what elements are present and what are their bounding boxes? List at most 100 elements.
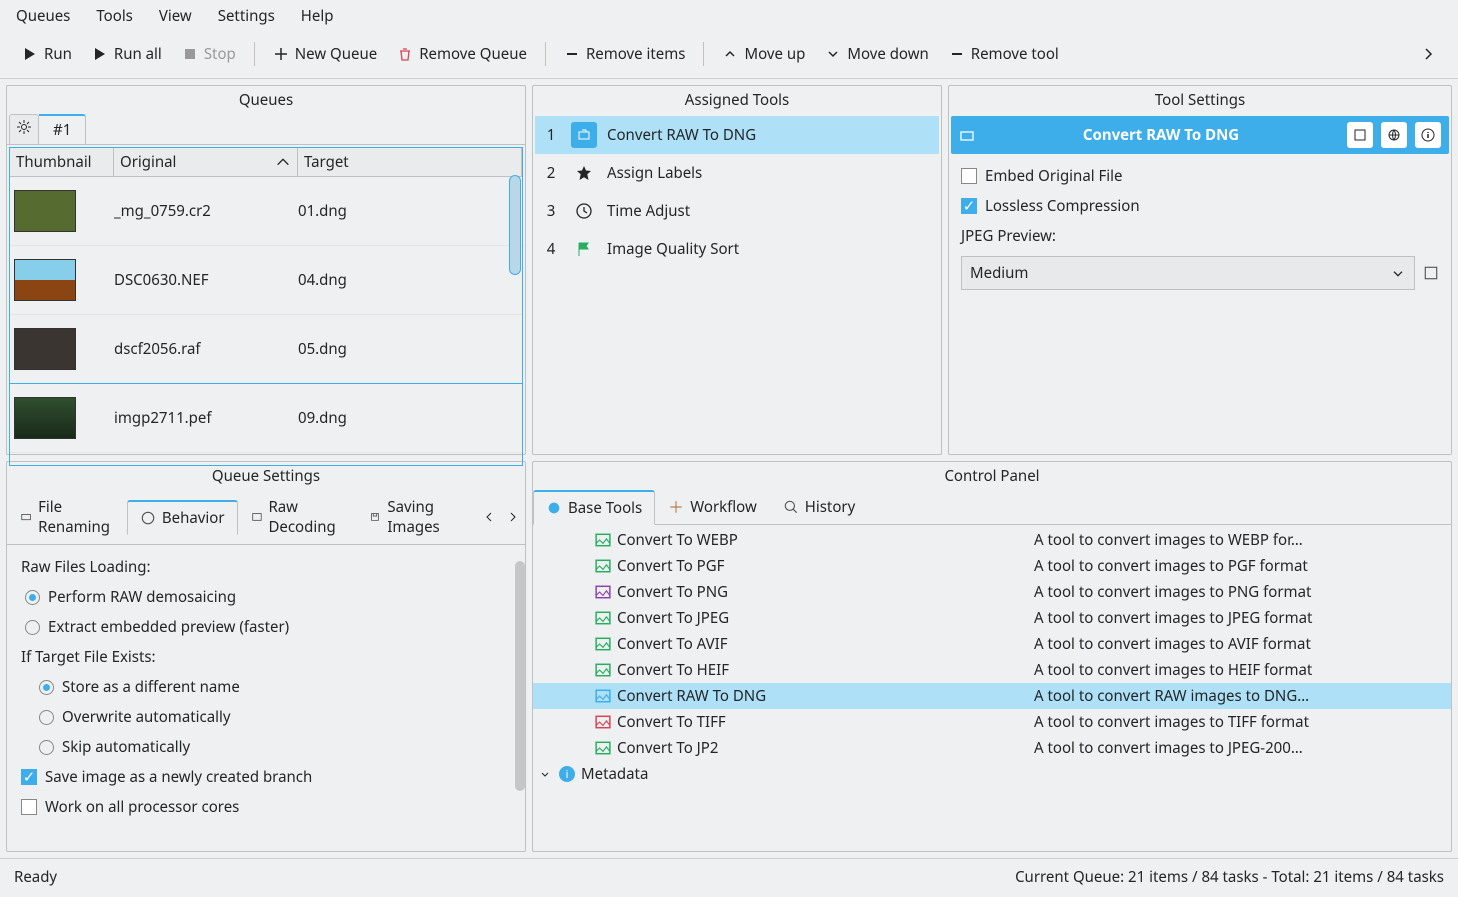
queue-settings-title: Queue Settings [7, 462, 525, 490]
menu-help[interactable]: Help [301, 6, 334, 26]
menu-bar: Queues Tools View Settings Help [0, 0, 1458, 32]
radio-skip[interactable]: Skip automatically [39, 737, 511, 757]
reset-button[interactable] [1347, 122, 1373, 148]
load-button[interactable] [1381, 122, 1407, 148]
category-icon: i [559, 766, 575, 782]
tab-file-renaming[interactable]: File Renaming [7, 490, 127, 544]
run-button[interactable]: Run [14, 40, 80, 68]
convert-icon [959, 127, 975, 143]
col-thumbnail[interactable]: Thumbnail [10, 148, 114, 176]
tab-workflow[interactable]: Workflow [655, 490, 770, 524]
tool-settings-header: Convert RAW To DNG [951, 116, 1449, 154]
tool-row[interactable]: Convert To HEIF A tool to convert images… [533, 657, 1451, 683]
thumbnail [14, 397, 76, 439]
assigned-tool-row[interactable]: 4 Image Quality Sort [535, 230, 939, 268]
queues-panel: Queues #1 Thumbnail Original Target [6, 85, 526, 455]
play-icon [22, 46, 38, 62]
overflow-button[interactable] [1412, 42, 1444, 66]
radio-icon [25, 620, 40, 635]
toolbar: Run Run all Stop New Queue Remove Queue … [0, 32, 1458, 79]
control-panel-title: Control Panel [533, 462, 1451, 490]
queue-row[interactable]: DSC0630.NEF 04.dng [10, 246, 522, 315]
move-up-button[interactable]: Move up [714, 40, 813, 68]
separator [254, 42, 255, 66]
assigned-tool-row[interactable]: 2 Assign Labels [535, 154, 939, 192]
chevron-right-icon [1420, 46, 1436, 62]
tab-behavior[interactable]: Behavior [127, 500, 238, 535]
tool-row[interactable]: Convert To PGF A tool to convert images … [533, 553, 1451, 579]
lossless-checkbox[interactable]: ✓ Lossless Compression [961, 196, 1439, 216]
radio-extract[interactable]: Extract embedded preview (faster) [25, 617, 511, 637]
tool-row[interactable]: Convert To PNG A tool to convert images … [533, 579, 1451, 605]
radio-store-as[interactable]: Store as a different name [39, 677, 511, 697]
embed-original-checkbox[interactable]: Embed Original File [961, 166, 1439, 186]
col-original[interactable]: Original [114, 148, 298, 176]
tool-row[interactable]: Convert To AVIF A tool to convert images… [533, 631, 1451, 657]
assigned-tools-panel: Assigned Tools 1 Convert RAW To DNG 2 As… [532, 85, 942, 455]
tab-scroll-left[interactable] [477, 507, 501, 527]
separator [545, 42, 546, 66]
info-button[interactable] [1415, 122, 1441, 148]
reset-icon[interactable] [1423, 265, 1439, 281]
tool-row[interactable]: Convert To JPEG A tool to convert images… [533, 605, 1451, 631]
queue-row[interactable]: imgp2711.pef 09.dng [10, 384, 522, 453]
queue-settings-gear[interactable] [9, 114, 39, 144]
chevron-up-icon [722, 46, 738, 62]
tool-row[interactable]: Convert To JP2 A tool to convert images … [533, 735, 1451, 761]
assigned-tool-row[interactable]: 1 Convert RAW To DNG [535, 116, 939, 154]
menu-tools[interactable]: Tools [96, 6, 133, 26]
queue-row[interactable]: dscf2056.raf 05.dng [10, 315, 522, 384]
chevron-down-icon [825, 46, 841, 62]
image-icon [595, 662, 611, 678]
jpeg-preview-select[interactable]: Medium [961, 256, 1415, 290]
raw-loading-label: Raw Files Loading: [21, 557, 511, 577]
col-target[interactable]: Target [298, 148, 522, 176]
category-metadata[interactable]: i Metadata [533, 761, 1451, 787]
trash-icon [397, 46, 413, 62]
play-icon [92, 46, 108, 62]
run-all-button[interactable]: Run all [84, 40, 170, 68]
tool-row[interactable]: Convert To TIFF A tool to convert images… [533, 709, 1451, 735]
dot-icon [546, 500, 562, 516]
stop-button[interactable]: Stop [174, 40, 244, 68]
remove-items-button[interactable]: Remove items [556, 40, 694, 68]
thumbnail [14, 259, 76, 301]
tab-raw-decoding[interactable]: Raw Decoding [238, 490, 357, 544]
image-icon [595, 558, 611, 574]
save-branch-checkbox[interactable]: ✓ Save image as a newly created branch [21, 767, 511, 787]
tab-saving-images[interactable]: Saving Images [356, 490, 477, 544]
tool-row[interactable]: Convert To WEBP A tool to convert images… [533, 527, 1451, 553]
minus-icon [564, 46, 580, 62]
stop-icon [182, 46, 198, 62]
menu-queues[interactable]: Queues [16, 6, 70, 26]
image-icon [595, 610, 611, 626]
queue-row[interactable]: _mg_0759.cr2 01.dng [10, 177, 522, 246]
radio-demosaic[interactable]: Perform RAW demosaicing [25, 587, 511, 607]
assigned-tool-row[interactable]: 3 Time Adjust [535, 192, 939, 230]
menu-view[interactable]: View [159, 6, 192, 26]
queue-tab-1[interactable]: #1 [39, 114, 86, 144]
checkbox-checked-icon: ✓ [961, 198, 977, 214]
tab-scroll-right[interactable] [501, 507, 525, 527]
radio-overwrite[interactable]: Overwrite automatically [39, 707, 511, 727]
control-panel: Control Panel Base Tools Workflow Histor… [532, 461, 1452, 852]
tool-settings-panel: Tool Settings Convert RAW To DNG Embed O… [948, 85, 1452, 455]
jpeg-preview-label: JPEG Preview: [961, 226, 1439, 246]
tab-base-tools[interactable]: Base Tools [533, 490, 655, 525]
assigned-tools-title: Assigned Tools [533, 86, 941, 114]
separator [703, 42, 704, 66]
move-down-button[interactable]: Move down [817, 40, 936, 68]
image-icon [595, 714, 611, 730]
scrollbar[interactable] [509, 175, 521, 275]
all-cores-checkbox[interactable]: Work on all processor cores [21, 797, 511, 817]
scrollbar[interactable] [515, 561, 525, 791]
menu-settings[interactable]: Settings [218, 6, 275, 26]
new-queue-button[interactable]: New Queue [265, 40, 385, 68]
queue-settings-panel: Queue Settings File Renaming Behavior Ra… [6, 461, 526, 852]
search-icon [783, 499, 799, 515]
workflow-icon [668, 499, 684, 515]
remove-queue-button[interactable]: Remove Queue [389, 40, 535, 68]
tool-row[interactable]: Convert RAW To DNG A tool to convert RAW… [533, 683, 1451, 709]
remove-tool-button[interactable]: Remove tool [941, 40, 1067, 68]
tab-history[interactable]: History [770, 490, 869, 524]
